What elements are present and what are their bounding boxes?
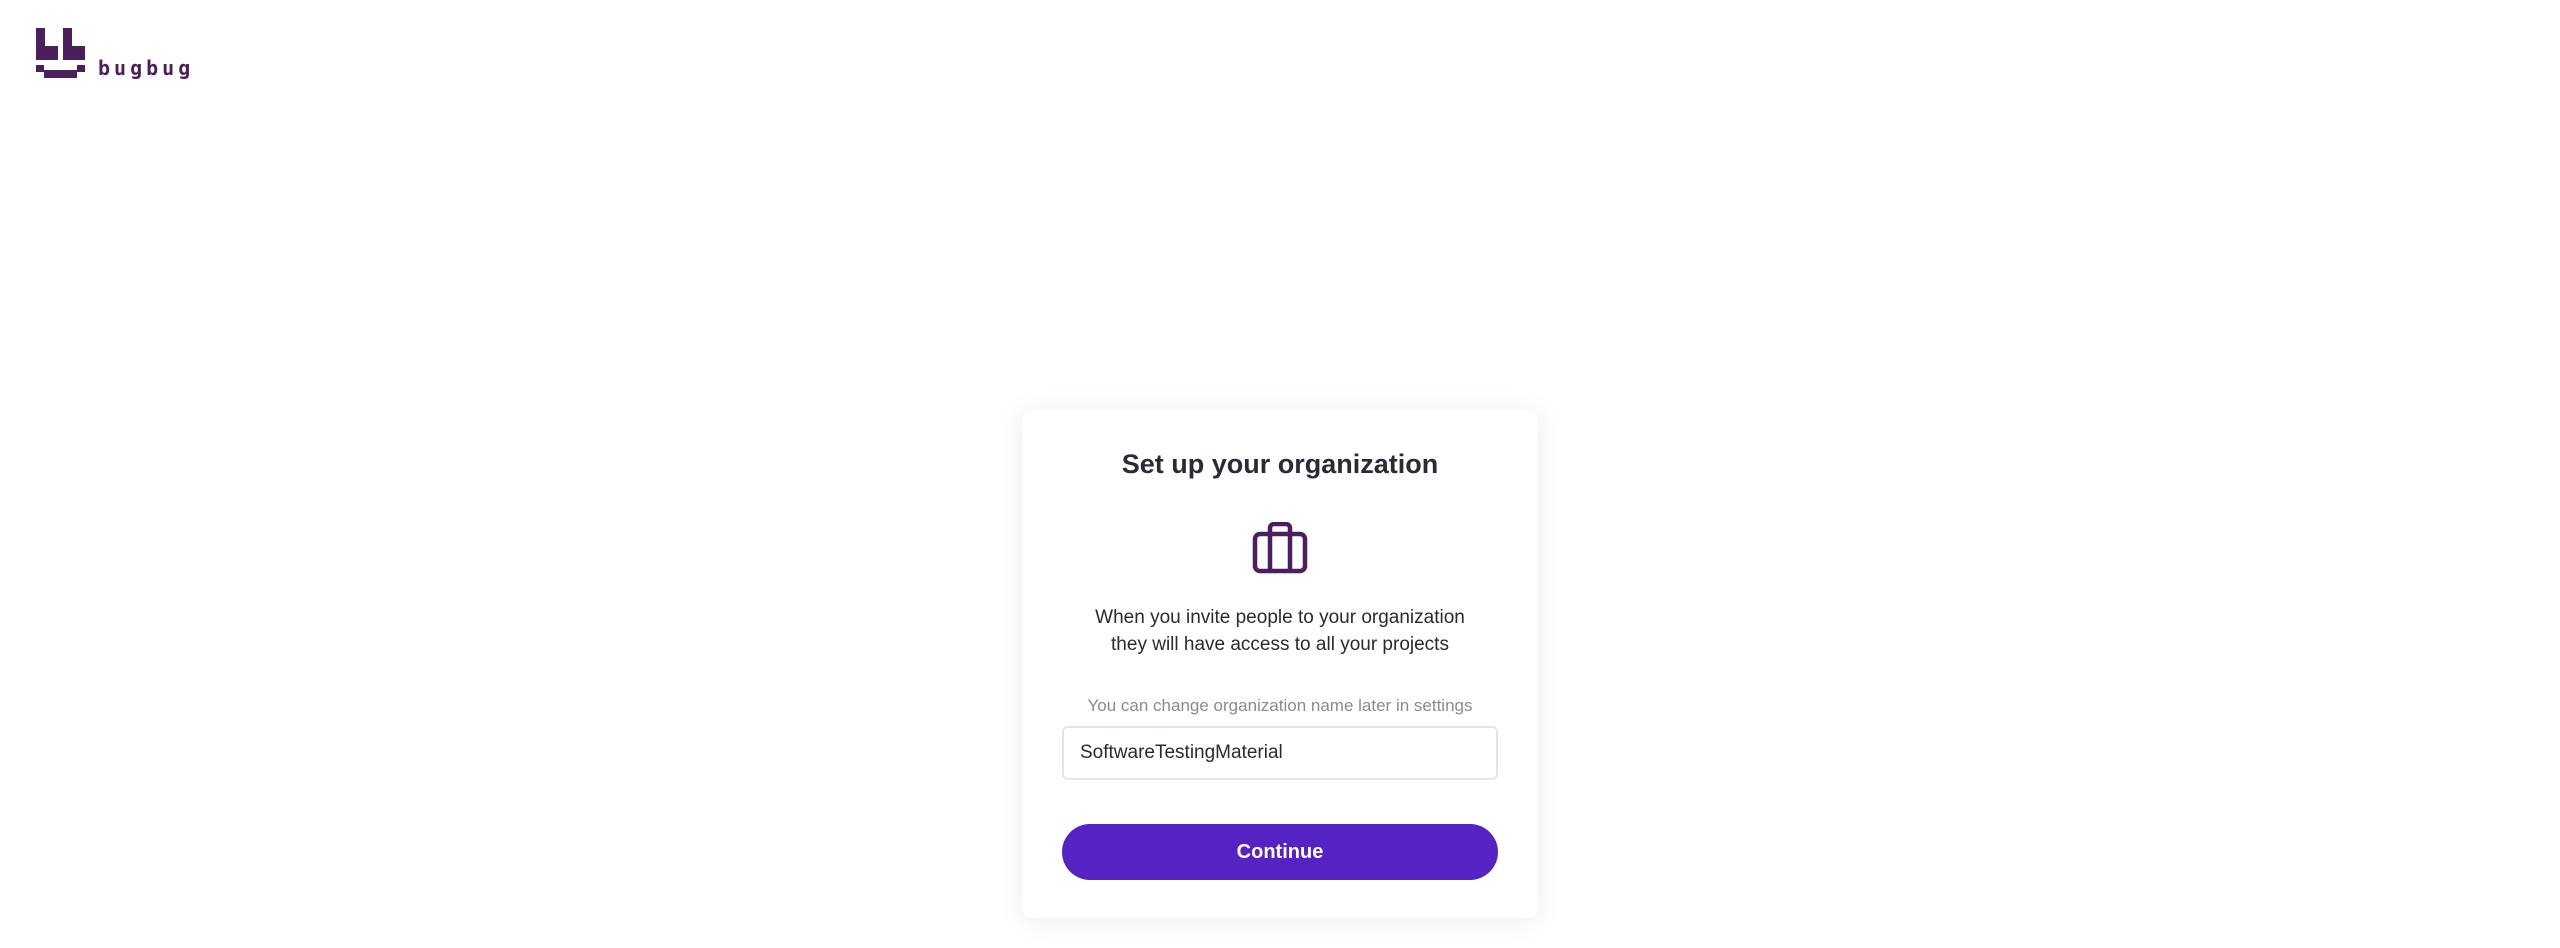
description-line-1: When you invite people to your organizat… bbox=[1095, 607, 1465, 629]
organization-name-input[interactable] bbox=[1062, 726, 1498, 781]
description-line-2: they will have access to all your projec… bbox=[1111, 634, 1449, 656]
description: When you invite people to your organizat… bbox=[1070, 604, 1490, 658]
briefcase-icon bbox=[1252, 522, 1308, 574]
helper-text: You can change organization name later i… bbox=[1087, 696, 1473, 716]
brand-name: bugbug bbox=[98, 56, 195, 80]
continue-button[interactable]: Continue bbox=[1062, 824, 1498, 881]
brand-logo[interactable]: bugbug bbox=[36, 28, 194, 80]
page: bugbug Set up your organization When you… bbox=[0, 0, 2560, 948]
bugbug-logo-icon bbox=[36, 28, 85, 78]
card-title: Set up your organization bbox=[1121, 449, 1439, 479]
setup-organization-card: Set up your organization When you invite… bbox=[1022, 410, 1538, 918]
